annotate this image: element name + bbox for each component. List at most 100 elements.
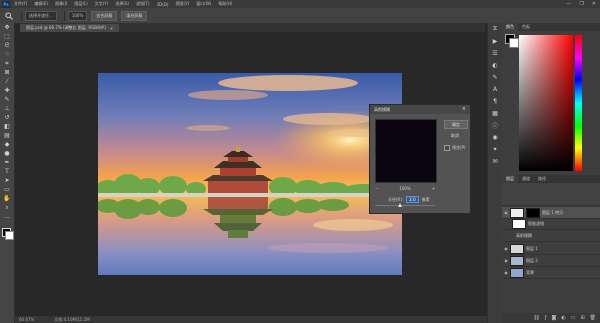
menu-file[interactable]: 文件(F) <box>14 1 27 7</box>
document-image[interactable] <box>98 73 402 275</box>
layer-name: 图层 1 拷贝 <box>542 209 564 215</box>
more-tools-icon[interactable]: … <box>0 212 14 221</box>
tab-swatches[interactable]: 色板 <box>518 23 534 31</box>
crop-tool-icon[interactable]: ⌗ <box>0 59 14 68</box>
layer-thumbnail <box>510 267 524 278</box>
dialog-close-icon[interactable]: × <box>462 106 466 112</box>
menu-type[interactable]: 文字(Y) <box>95 1 109 7</box>
path-select-tool-icon[interactable]: ➤ <box>0 176 14 185</box>
delete-layer-icon[interactable]: 🗑 <box>590 315 596 321</box>
zoom-value-field[interactable]: 100% <box>67 10 88 21</box>
fx-icon[interactable]: ƒ <box>545 315 547 321</box>
menu-help[interactable]: 帮助(H) <box>218 1 232 7</box>
preview-checkbox[interactable]: 预览(P) <box>444 145 466 151</box>
link-layers-icon[interactable]: ⛓ <box>533 315 539 321</box>
add-mask-icon[interactable]: ◙ <box>551 315 556 321</box>
visibility-eye-icon[interactable]: ◉ <box>502 270 510 275</box>
radius-slider-track[interactable] <box>375 205 435 206</box>
layer-name: 背景 <box>526 269 534 275</box>
blur-preview[interactable] <box>375 119 437 183</box>
paragraph-icon[interactable]: ¶ <box>488 95 502 107</box>
menu-window[interactable]: 窗口(W) <box>196 1 211 7</box>
status-zoom[interactable]: 66.67% <box>19 317 34 322</box>
visibility-eye-icon[interactable]: ◉ <box>502 258 510 263</box>
hand-tool-icon[interactable]: ✋ <box>0 194 14 203</box>
radius-label: 半径(R): <box>388 196 404 202</box>
history-brush-tool-icon[interactable]: ↺ <box>0 113 14 122</box>
fill-screen-button[interactable]: 填充屏幕 <box>121 10 148 21</box>
layer-row[interactable]: ◉ 背景 <box>502 267 600 279</box>
menu-filter[interactable]: 滤镜(T) <box>136 1 150 7</box>
marquee-tool-icon[interactable]: ⬚ <box>0 32 14 41</box>
new-adjustment-icon[interactable]: ◐ <box>561 315 565 321</box>
menu-3d[interactable]: 3D(D) <box>157 2 169 7</box>
layer-row[interactable]: 高斯模糊 <box>502 231 600 242</box>
libraries-icon[interactable]: ▦ <box>488 107 502 119</box>
new-group-icon[interactable]: ▭ <box>571 315 576 321</box>
stamp-tool-icon[interactable]: ⊥ <box>0 104 14 113</box>
layer-thumbnail <box>510 255 524 266</box>
zoom-tool-icon[interactable]: ⌕ <box>0 203 14 212</box>
radius-input[interactable]: 2.0 <box>406 196 419 203</box>
menu-edit[interactable]: 编辑(E) <box>34 1 48 7</box>
layer-row[interactable]: 智能滤镜 <box>502 219 600 230</box>
color-field[interactable] <box>519 35 573 171</box>
menu-image[interactable]: 图像(I) <box>55 1 67 7</box>
cancel-button[interactable]: 取消 <box>444 132 466 139</box>
visibility-eye-icon[interactable]: ◉ <box>502 246 510 251</box>
eyedropper-tool-icon[interactable]: ⁄ <box>0 77 14 86</box>
maximize-button[interactable]: ❐ <box>579 1 583 7</box>
tab-paths[interactable]: 路径 <box>534 175 550 183</box>
quick-select-tool-icon[interactable]: ⁘ <box>0 50 14 59</box>
mode-select[interactable]: 选择并遮住... <box>25 10 57 21</box>
menu-select[interactable]: 选择(S) <box>115 1 129 7</box>
navigator-icon[interactable]: ◉ <box>488 131 502 143</box>
info-icon[interactable]: ⓘ <box>488 119 502 131</box>
shape-tool-icon[interactable]: ▭ <box>0 185 14 194</box>
layer-row[interactable]: ◉ 图层 2 <box>502 255 600 267</box>
properties-icon[interactable]: ☰ <box>488 47 502 59</box>
pen-tool-icon[interactable]: ✒ <box>0 158 14 167</box>
new-layer-icon[interactable]: ⊞ <box>580 315 584 321</box>
hue-slider[interactable] <box>575 35 582 171</box>
actions-icon[interactable]: ▶ <box>488 35 502 47</box>
type-tool-icon[interactable]: T <box>0 167 14 176</box>
history-icon[interactable]: ⧖ <box>488 23 502 35</box>
tab-close-icon[interactable]: × <box>110 26 113 31</box>
dodge-tool-icon[interactable]: ● <box>0 149 14 158</box>
color-panel-bg-swatch[interactable] <box>509 38 519 48</box>
checkbox-box[interactable] <box>444 145 450 151</box>
lasso-tool-icon[interactable]: ᘓ <box>0 41 14 50</box>
tab-color[interactable]: 颜色 <box>502 23 518 31</box>
ok-button[interactable]: 确定 <box>444 120 468 129</box>
healing-tool-icon[interactable]: ✚ <box>0 86 14 95</box>
glyphs-icon[interactable]: ✦ <box>488 143 502 155</box>
zoom-in-icon[interactable]: + <box>432 186 435 191</box>
fit-screen-button[interactable]: 适合屏幕 <box>91 10 118 21</box>
layer-row[interactable]: ◉ 图层 1 <box>502 243 600 255</box>
menu-view[interactable]: 视图(V) <box>175 1 189 7</box>
eraser-tool-icon[interactable]: ◧ <box>0 122 14 131</box>
visibility-eye-icon[interactable]: ◉ <box>502 210 510 215</box>
layer-row[interactable]: ◉ 图层 1 拷贝 <box>502 207 600 219</box>
tab-layers[interactable]: 图层 <box>502 175 518 183</box>
adjustments-icon[interactable]: ◐ <box>488 59 502 71</box>
blur-tool-icon[interactable]: ◆ <box>0 140 14 149</box>
notes-icon[interactable]: ✉ <box>488 155 502 167</box>
background-color-swatch[interactable] <box>5 231 14 240</box>
brush-tool-icon[interactable]: ✎ <box>0 95 14 104</box>
tab-channels[interactable]: 通道 <box>518 175 534 183</box>
tab-document[interactable]: 图层.psd @ 66.7% (调整后 图层, RGB/8#) × <box>20 24 120 32</box>
zoom-tool-icon[interactable] <box>4 11 14 21</box>
zoom-out-icon[interactable]: − <box>375 186 378 191</box>
dialog-titlebar[interactable]: 高斯模糊 × <box>370 105 470 114</box>
brush-settings-icon[interactable]: ✎ <box>488 71 502 83</box>
move-tool-icon[interactable]: ✥ <box>0 23 14 32</box>
gradient-tool-icon[interactable]: ▤ <box>0 131 14 140</box>
frame-tool-icon[interactable]: ⊠ <box>0 68 14 77</box>
radius-slider-handle[interactable] <box>398 203 403 207</box>
minimize-button[interactable]: — <box>566 1 571 7</box>
character-icon[interactable]: A <box>488 83 502 95</box>
close-window-button[interactable]: ✕ <box>592 1 596 7</box>
menu-layer[interactable]: 图层(L) <box>74 1 87 7</box>
